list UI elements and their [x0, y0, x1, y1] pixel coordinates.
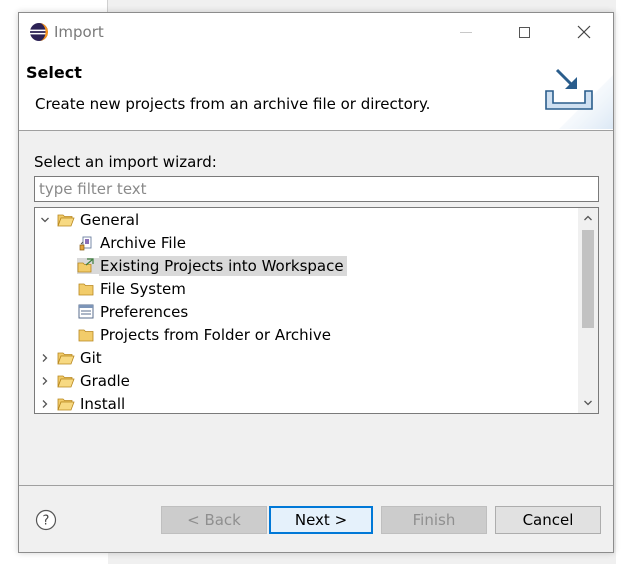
close-button[interactable]	[561, 13, 607, 51]
page-title: Select	[26, 63, 82, 82]
tree-item-label: Existing Projects into Workspace	[99, 255, 347, 276]
window-title: Import	[54, 23, 104, 41]
wizard-header: Select Create new projects from an archi…	[19, 51, 613, 131]
tree-item-general[interactable]: General	[39, 208, 142, 231]
footer-separator	[19, 485, 613, 486]
minimize-icon	[460, 31, 472, 33]
tree-item-label: Install	[80, 394, 126, 413]
existing-projects-icon	[77, 257, 99, 274]
svg-text:?: ?	[43, 514, 50, 529]
folder-icon	[77, 327, 95, 343]
tree-item-gradle[interactable]: Gradle	[39, 369, 133, 392]
maximize-icon	[518, 26, 530, 38]
tree-scrollbar[interactable]	[578, 208, 598, 413]
tree-item-file-system[interactable]: File System	[59, 277, 189, 300]
wizard-label: Select an import wizard:	[34, 153, 217, 171]
chevron-right-icon[interactable]	[39, 398, 51, 410]
tree-item-git[interactable]: Git	[39, 346, 105, 369]
scroll-thumb[interactable]	[582, 230, 594, 328]
tree-item-existing-projects[interactable]: Existing Projects into Workspace	[59, 254, 347, 277]
tree-item-label: Projects from Folder or Archive	[100, 325, 331, 344]
maximize-button[interactable]	[501, 13, 547, 51]
tree-item-archive-file[interactable]: Archive File	[59, 231, 189, 254]
tree-item-label: Gradle	[80, 371, 130, 390]
tree-item-projects-from-folder[interactable]: Projects from Folder or Archive	[59, 323, 334, 346]
import-wizard-banner-icon	[545, 68, 613, 129]
back-button[interactable]: < Back	[161, 506, 267, 534]
next-button[interactable]: Next >	[269, 506, 373, 534]
import-dialog: Import Select Create new projects from a…	[18, 12, 614, 553]
eclipse-logo-icon	[30, 23, 48, 41]
folder-icon	[77, 281, 95, 297]
tree-item-label: File System	[100, 279, 186, 298]
chevron-up-icon	[584, 215, 592, 221]
cancel-button[interactable]: Cancel	[495, 506, 601, 534]
preferences-icon	[77, 304, 95, 320]
filter-input[interactable]	[34, 176, 599, 202]
tree-item-preferences[interactable]: Preferences	[59, 300, 191, 323]
folder-open-icon	[57, 373, 75, 389]
tree-item-install[interactable]: Install	[39, 392, 128, 413]
folder-open-icon	[57, 350, 75, 366]
wizard-tree[interactable]: General Archive File Existing Projects i…	[34, 207, 599, 414]
title-bar[interactable]: Import	[19, 13, 613, 51]
tree-item-label: Preferences	[100, 302, 189, 321]
chevron-right-icon[interactable]	[39, 352, 51, 364]
finish-button[interactable]: Finish	[381, 506, 487, 534]
folder-open-icon	[57, 396, 75, 412]
tree-item-label: General	[80, 210, 140, 229]
tree-item-label: Git	[80, 348, 102, 367]
close-icon	[577, 25, 591, 39]
page-description: Create new projects from an archive file…	[35, 95, 431, 113]
scroll-down-button[interactable]	[578, 393, 598, 413]
scroll-up-button[interactable]	[578, 208, 598, 228]
chevron-down-icon[interactable]	[39, 214, 51, 226]
chevron-right-icon[interactable]	[39, 375, 51, 387]
minimize-button[interactable]	[443, 13, 489, 51]
help-icon[interactable]: ?	[35, 509, 57, 531]
background-right-area	[616, 0, 630, 564]
chevron-down-icon	[584, 400, 592, 406]
tree-item-label: Archive File	[100, 233, 186, 252]
folder-open-icon	[57, 212, 75, 228]
archive-file-icon	[77, 235, 95, 251]
